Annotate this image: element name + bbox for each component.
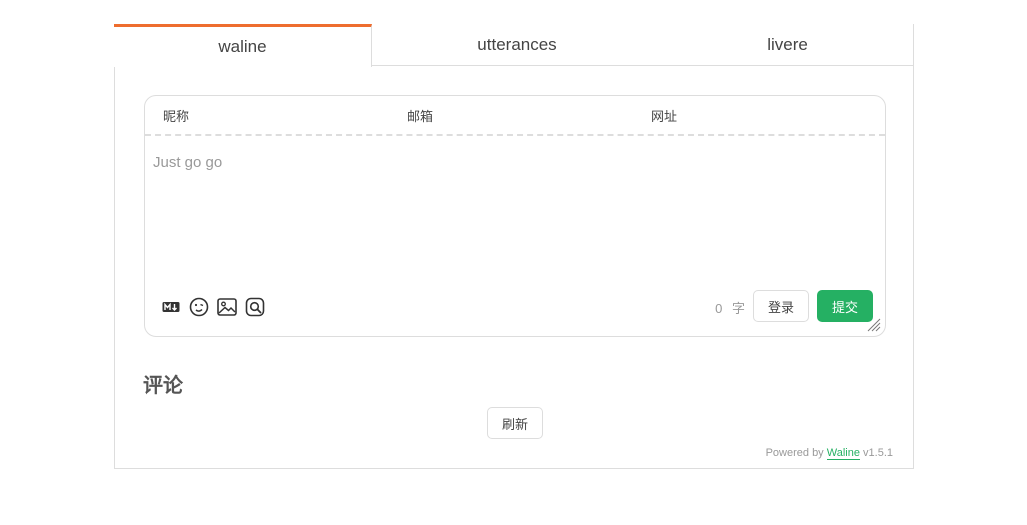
tab-bar: waline utterances livere [114,24,914,67]
emoji-icon[interactable] [189,297,209,317]
word-count-value: 0 [715,301,723,316]
nick-field[interactable]: 昵称 [145,96,389,134]
powered-by: Powered by Waline v1.5.1 [765,447,893,460]
editor-actions [161,297,265,317]
link-label: 网址 [651,108,678,124]
login-button[interactable]: 登录 [753,290,809,322]
nick-label: 昵称 [163,108,190,124]
image-icon[interactable] [217,297,237,317]
word-count-unit: 字 [731,301,745,316]
comment-placeholder: Just go go [153,154,223,171]
link-field[interactable]: 网址 [633,96,877,134]
editor-header: 昵称 邮箱 网址 [145,96,885,136]
mail-field[interactable]: 邮箱 [389,96,633,134]
powered-by-text: Powered by [765,447,824,459]
submit-button[interactable]: 提交 [817,290,873,322]
comments-title: 评论 [143,375,183,397]
comment-tabs: waline utterances livere 昵称 邮箱 网址 Just g… [114,24,914,469]
word-count: 0 字 [715,298,745,317]
editor-footer: 0 字 登录 提交 [145,280,885,336]
comment-textarea[interactable]: Just go go [145,138,885,276]
preview-icon[interactable] [245,297,265,317]
waline-link[interactable]: Waline [826,447,860,460]
refresh-button[interactable]: 刷新 [487,407,543,439]
tab-livere[interactable]: livere [662,24,914,66]
comment-editor: 昵称 邮箱 网址 Just go go 0 字 登录 提交 [144,95,886,337]
tab-waline[interactable]: waline [114,24,372,67]
mail-label: 邮箱 [407,108,434,124]
waline-panel: 昵称 邮箱 网址 Just go go 0 字 登录 提交 评论 刷新 Powe… [114,66,914,469]
version-text: v1.5.1 [863,447,893,459]
markdown-icon[interactable] [161,297,181,317]
tab-utterances[interactable]: utterances [372,24,662,66]
